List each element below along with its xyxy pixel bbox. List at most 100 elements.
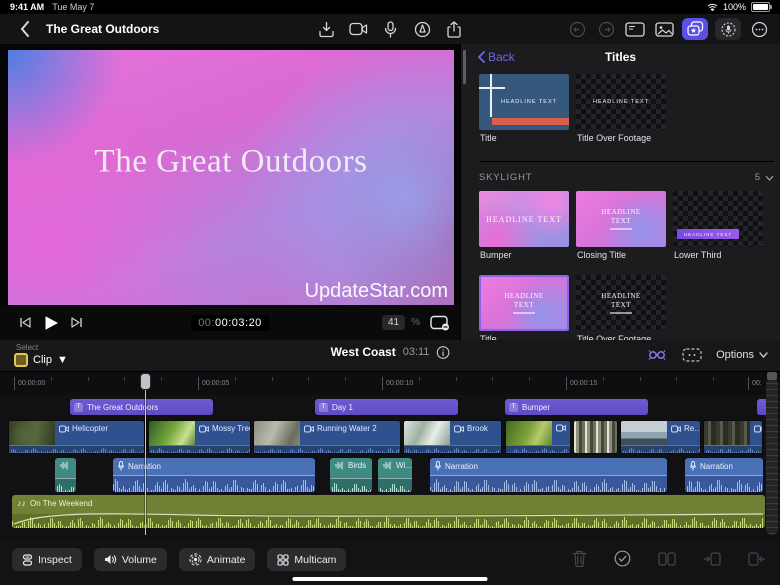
undo-icon[interactable] (566, 18, 588, 40)
inspect-button[interactable]: Inspect (12, 548, 82, 571)
audio-clip-label: Birds (335, 461, 366, 470)
title-thumbnail[interactable]: HEADLINE TEXT (576, 74, 666, 130)
title-clip[interactable]: TDay 1 (315, 399, 458, 415)
video-clip[interactable]: Running Water 2 (253, 420, 401, 454)
import-icon[interactable] (315, 18, 337, 40)
skip-start-icon[interactable] (12, 317, 38, 328)
title-template-title-over-footage[interactable]: HEADLINE TEXTTitle Over Footage (576, 275, 666, 340)
ruler-tick (308, 377, 309, 381)
project-info[interactable]: West Coast 03:11 (331, 342, 450, 359)
titles-browser-icon[interactable] (624, 18, 646, 40)
audio-clip-label: Wi… (383, 461, 412, 470)
multicam-button[interactable]: Multicam (267, 548, 346, 571)
battery-percent: 100% (723, 2, 746, 12)
title-template-lower-third[interactable]: HEADLINE TEXT Lower Third (673, 191, 763, 268)
effects-icon[interactable] (682, 18, 708, 40)
video-clip[interactable] (573, 420, 618, 454)
preview-title-text: The Great Outdoors (8, 144, 454, 181)
options-button[interactable]: Options (716, 349, 768, 361)
video-clip[interactable]: Brook (403, 420, 502, 454)
playhead-handle[interactable] (140, 373, 151, 390)
video-clip[interactable]: Helicopter (8, 420, 145, 454)
draw-icon[interactable] (411, 18, 433, 40)
title-thumbnail[interactable]: HEADLINE TEXT (673, 191, 763, 247)
video-clip-label: Brook (454, 424, 501, 433)
trash-icon[interactable] (572, 550, 587, 567)
info-icon[interactable] (436, 346, 449, 359)
more-icon[interactable] (748, 18, 770, 40)
video-clip[interactable]: Mossy Tree (148, 420, 251, 454)
split-icon[interactable] (658, 552, 676, 566)
audio-clip-label: Narration (435, 461, 478, 471)
audio-clip[interactable]: Narration (113, 458, 315, 492)
title-template-title[interactable]: HEADLINE TEXTTitle (479, 275, 569, 340)
section-header[interactable]: SKYLIGHT5 (479, 161, 774, 183)
zoom-percent-field[interactable]: 41 (382, 315, 405, 330)
audio-clip[interactable]: Narration (430, 458, 667, 492)
video-clip[interactable]: H (703, 420, 763, 454)
video-clip-label: Mossy Tree (199, 424, 250, 433)
animate-button[interactable]: Animate (179, 548, 256, 571)
title-template-closing-title[interactable]: HEADLINE TEXTClosing Title (576, 191, 666, 268)
clock: 9:41 AM (10, 2, 44, 12)
title-thumbnail-label: Bumper (480, 250, 569, 260)
ruler-tick (603, 377, 604, 381)
ruler-tick (124, 377, 125, 381)
title-clip[interactable]: TThe Great Outdoors (70, 399, 213, 415)
audio-clip[interactable]: Narration (685, 458, 763, 492)
timeline-ruler[interactable]: 00:00:0000:00:0500:00:1000:00:1500: (0, 371, 780, 396)
media-icon[interactable] (653, 18, 675, 40)
music-clip[interactable]: ♪♪On The Weekend (12, 495, 765, 528)
title-thumbnail-label: Title Over Footage (577, 133, 666, 143)
bottom-toolbar: Inspect Volume Animate Multicam (0, 540, 780, 585)
mic-icon[interactable] (379, 18, 401, 40)
ruler-tick (456, 377, 457, 381)
clip-selector[interactable]: Clip ▼ (14, 353, 68, 367)
ruler-tick (676, 377, 677, 381)
title-thumbnail[interactable]: HEADLINE TEXT (576, 275, 666, 331)
title-clip-icon: T (509, 403, 518, 412)
section-count: 5 (755, 172, 774, 183)
volume-button[interactable]: Volume (94, 548, 167, 571)
playhead-line (145, 390, 146, 535)
title-thumbnail-label: Lower Third (674, 250, 763, 260)
camera-icon[interactable] (347, 18, 369, 40)
title-thumbnail[interactable]: HEADLINE TEXT (576, 191, 666, 247)
audio-clip-label: Narration (118, 461, 161, 471)
insert-after-icon[interactable] (748, 552, 766, 566)
audio-clip[interactable] (55, 458, 76, 492)
confirm-icon[interactable] (614, 550, 631, 567)
ruler-tick (345, 377, 346, 381)
panel-header: Back Titles (461, 44, 780, 70)
title-thumbnail[interactable]: HEADLINE TEXT (479, 191, 569, 247)
title-template-title-over-footage[interactable]: HEADLINE TEXT Title Over Footage (576, 74, 666, 151)
play-icon[interactable] (38, 315, 64, 331)
voiceover-icon[interactable] (715, 18, 741, 40)
insert-before-icon[interactable] (703, 552, 721, 566)
title-thumbnail-label: Title (480, 133, 569, 143)
timeline-zoom-scrollbar[interactable] (766, 378, 778, 535)
title-thumbnail[interactable]: HEADLINE TEXT (479, 275, 569, 331)
share-icon[interactable] (443, 18, 465, 40)
overview-icon[interactable] (682, 348, 702, 362)
back-chevron-icon[interactable] (14, 18, 36, 40)
aspect-icon[interactable] (430, 315, 450, 331)
title-clip[interactable]: T Bumper (505, 399, 648, 415)
title-template-bumper[interactable]: HEADLINE TEXT Bumper (479, 191, 569, 268)
title-thumbnail[interactable]: HEADLINE TEXT (479, 74, 569, 130)
video-preview[interactable]: The Great Outdoors UpdateStar.com (8, 50, 454, 305)
video-clip[interactable]: Re… (620, 420, 701, 454)
titles-panel: Back Titles HEADLINE TEXT Title HEADLINE T… (460, 44, 780, 340)
title-clip-label: Bumper (522, 403, 550, 412)
date: Tue May 7 (52, 2, 94, 12)
home-indicator[interactable] (293, 577, 488, 581)
skip-end-icon[interactable] (64, 317, 90, 328)
redo-icon[interactable] (595, 18, 617, 40)
audio-clip[interactable]: Wi… (378, 458, 412, 492)
audio-clip-label: Narration (690, 461, 733, 471)
project-name: The Great Outdoors (46, 22, 159, 36)
video-clip[interactable] (505, 420, 571, 454)
title-template-title[interactable]: HEADLINE TEXT Title (479, 74, 569, 151)
audio-clip[interactable]: Birds (330, 458, 372, 492)
link-clips-icon[interactable] (646, 348, 668, 362)
